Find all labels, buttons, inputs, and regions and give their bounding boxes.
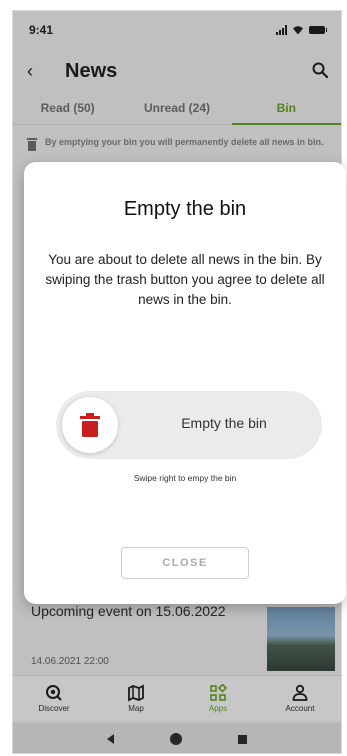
- empty-bin-dialog: Empty the bin You are about to delete al…: [24, 162, 346, 604]
- close-button[interactable]: CLOSE: [121, 547, 249, 579]
- dialog-title: Empty the bin: [123, 198, 247, 220]
- swipe-handle[interactable]: [62, 397, 118, 453]
- swipe-hint: Swipe right to empy the bin: [133, 473, 237, 483]
- swipe-to-empty-slider[interactable]: Empty the bin: [56, 391, 322, 459]
- trash-icon: [80, 413, 100, 437]
- dialog-body: You are about to delete all news in the …: [45, 252, 325, 307]
- swipe-label: Empty the bin: [181, 415, 267, 431]
